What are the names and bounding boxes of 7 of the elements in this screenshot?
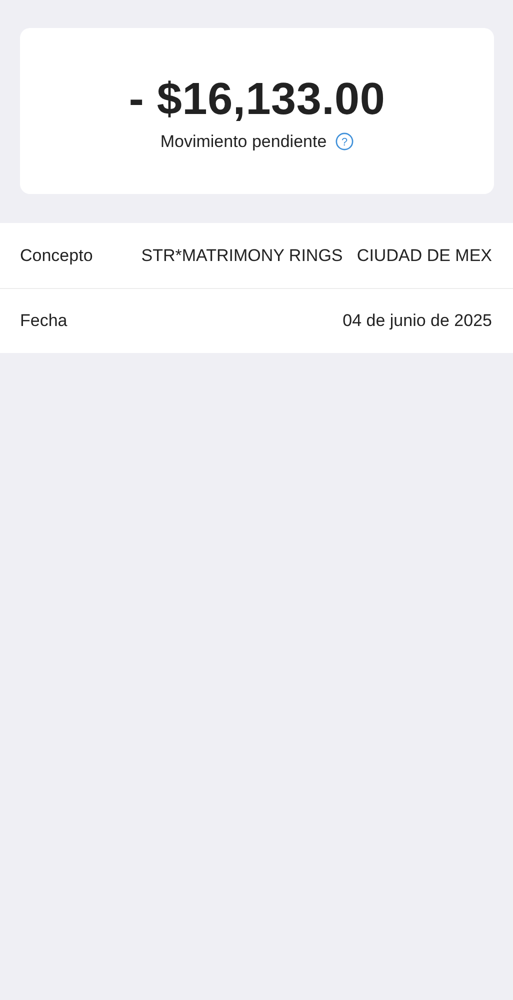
help-icon[interactable]: ? <box>334 132 354 151</box>
detail-value: 04 de junio de 2025 <box>342 310 492 332</box>
amount: - $16,133.00 <box>128 76 386 121</box>
status-label: Movimiento pendiente <box>160 130 327 153</box>
detail-label: Fecha <box>20 310 68 332</box>
detail-value: STR*MATRIMONY RINGS CIUDAD DE MEX <box>141 244 492 267</box>
detail-label: Concepto <box>20 244 93 267</box>
